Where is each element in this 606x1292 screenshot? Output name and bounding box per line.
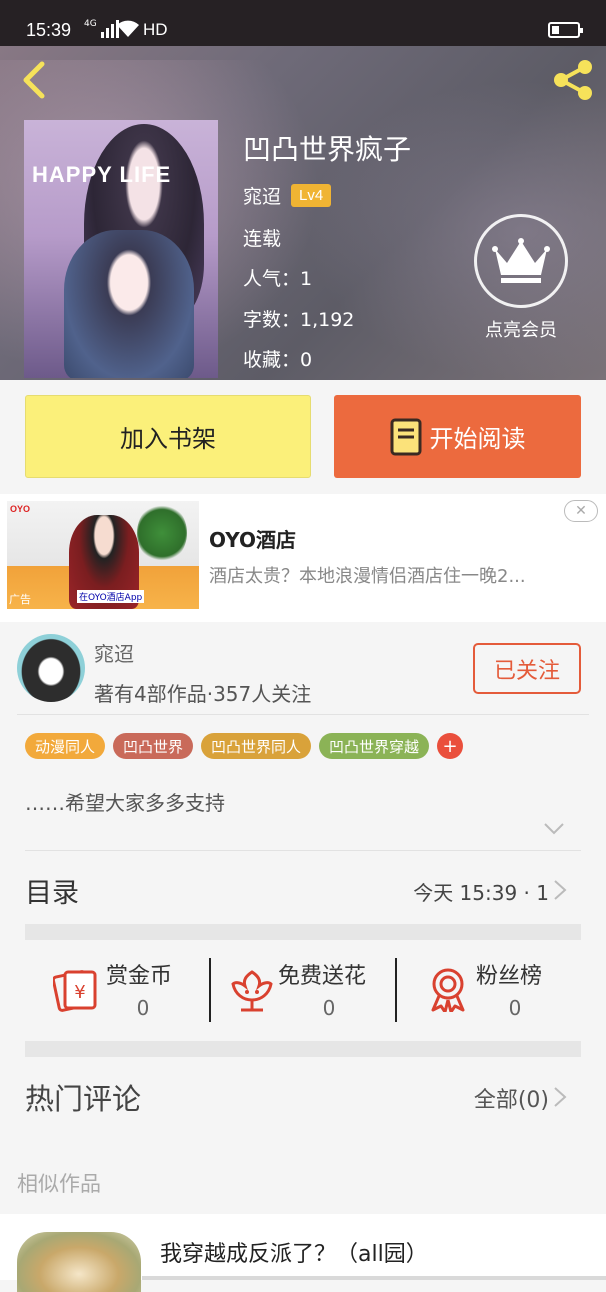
start-reading-label: 开始阅读 [429, 425, 526, 453]
tag[interactable]: 凹凸世界 [113, 733, 194, 759]
similar-work-item[interactable]: 我穿越成反派了？（all园） [0, 1214, 606, 1292]
author-row: 窕迢 Lv4 [243, 182, 332, 209]
tag[interactable]: 凹凸世界同人 [201, 733, 312, 759]
hot-comments-row[interactable]: 热门评论 全部(0) [25, 1058, 581, 1138]
divider [142, 1276, 606, 1280]
book-description: ……希望大家多多支持 [25, 791, 225, 815]
book-header: 15:39 4G HD HAPPY LIFE 凹凸世界疯子 窕迢 Lv4 连载 … [0, 0, 606, 380]
book-favorites: 收藏：0 [243, 349, 313, 371]
ad-description[interactable]: 酒店太贵？本地浪漫情侣酒店住一晚2... [209, 562, 569, 588]
comments-all[interactable]: 全部(0) [474, 1082, 549, 1114]
vip-button[interactable] [474, 214, 568, 308]
tag[interactable]: 动漫同人 [25, 733, 106, 759]
section-spacer [25, 1041, 581, 1057]
status-bar: 15:39 4G HD [0, 0, 606, 46]
level-badge: Lv4 [291, 184, 332, 207]
chevron-right-icon [554, 1087, 567, 1107]
action-bar: 加入书架 开始阅读 [0, 380, 606, 492]
ad-title[interactable]: OYO酒店 [209, 524, 296, 553]
send-flower-button[interactable]: 免费送花 0 [211, 940, 396, 1040]
fan-ranking-button[interactable]: 粉丝榜 0 [397, 940, 581, 1040]
ad-image[interactable]: OYO 在OYO酒店App 广告 [7, 501, 199, 609]
comments-label: 热门评论 [25, 1082, 142, 1116]
close-icon[interactable]: ✕ [564, 500, 598, 522]
reward-coin-button[interactable]: ¥ 赏金币 0 [25, 940, 210, 1040]
ad-brand-logo: OYO [10, 504, 31, 514]
divider [17, 714, 589, 715]
cover-text: HAPPY LIFE [32, 162, 172, 187]
flower-icon [231, 970, 273, 1012]
status-time: 15:39 [26, 20, 72, 40]
author-name[interactable]: 窕迢 [243, 182, 281, 209]
chevron-down-icon[interactable] [543, 822, 565, 836]
ad-image-plant [137, 503, 187, 563]
add-tag-button[interactable]: + [437, 733, 464, 759]
similar-works-label: 相似作品 [17, 1172, 101, 1196]
author-section: 窕迢 著有4部作品·357人关注 已关注 动漫同人 凹凸世界 凹凸世界同人 凹凸… [0, 624, 606, 1034]
follow-button[interactable]: 已关注 [473, 643, 581, 694]
battery-icon [548, 22, 583, 38]
avatar[interactable] [17, 634, 85, 702]
ad-image-caption: 在OYO酒店App [77, 590, 145, 603]
section-spacer [25, 924, 581, 940]
vip-label[interactable]: 点亮会员 [474, 316, 568, 342]
stat-value: 0 [136, 996, 150, 1020]
share-icon[interactable] [550, 58, 598, 102]
book-cover[interactable]: HAPPY LIFE [24, 120, 218, 378]
book-popularity: 人气：1 [243, 268, 313, 290]
red-envelope-icon: ¥ [53, 970, 97, 1012]
catalog-row[interactable]: 目录 今天 15:39 · 1 [25, 850, 581, 924]
stat-label: 粉丝榜 [476, 964, 543, 989]
svg-text:¥: ¥ [74, 982, 85, 1003]
author-name[interactable]: 窕迢 [94, 638, 134, 667]
crown-icon [492, 238, 550, 283]
stat-value: 0 [322, 996, 336, 1020]
signal-icon: 4G [84, 20, 119, 38]
tag-list: 动漫同人 凹凸世界 凹凸世界同人 凹凸世界穿越 + [25, 733, 464, 759]
cover-figure [64, 230, 194, 378]
stat-label: 免费送花 [278, 964, 367, 989]
start-reading-button[interactable]: 开始阅读 [334, 395, 581, 478]
stat-label: 赏金币 [106, 964, 173, 989]
similar-work-cover[interactable] [17, 1232, 141, 1292]
book-status: 连载 [243, 228, 282, 250]
book-icon [390, 418, 421, 455]
hd-indicator: HD [143, 20, 168, 39]
catalog-update: 今天 15:39 · 1 [413, 881, 549, 905]
chevron-left-icon[interactable] [14, 58, 54, 102]
wifi-icon [117, 20, 139, 37]
book-title: 凹凸世界疯子 [243, 133, 412, 166]
author-stats: 著有4部作品·357人关注 [94, 682, 312, 706]
ad-tag: 广告 [9, 593, 31, 606]
similar-work-title[interactable]: 我穿越成反派了？（all园） [160, 1236, 428, 1268]
reward-stats: ¥ 赏金币 0 免费送花 0 粉丝榜 0 [25, 940, 581, 1040]
ad-banner[interactable]: OYO 在OYO酒店App 广告 OYO酒店 酒店太贵？本地浪漫情侣酒店住一晚2… [0, 494, 606, 622]
chevron-right-icon [554, 880, 567, 900]
tag[interactable]: 凹凸世界穿越 [319, 733, 430, 759]
book-word-count: 字数：1,192 [243, 309, 355, 331]
catalog-label: 目录 [25, 878, 79, 909]
add-to-shelf-button[interactable]: 加入书架 [25, 395, 311, 478]
stat-value: 0 [508, 996, 522, 1020]
award-ribbon-icon [431, 968, 465, 1012]
